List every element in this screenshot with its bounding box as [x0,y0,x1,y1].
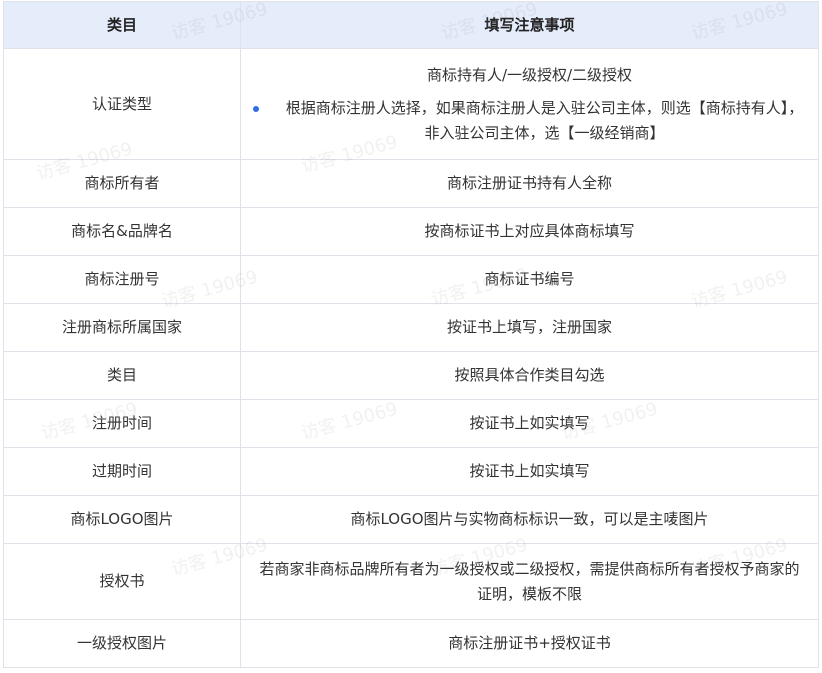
table-row: 类目 按照具体合作类目勾选 [3,351,819,400]
row-label: 商标注册号 [3,255,241,304]
row-label: 类目 [3,351,241,400]
row-label: 商标名&品牌名 [3,207,241,256]
table-row: 商标注册号 商标证书编号 [3,255,819,304]
table-header-row: 类目 填写注意事项 [3,1,819,49]
table-row: 注册商标所属国家 按证书上填写，注册国家 [3,303,819,352]
row-value: 若商家非商标品牌所有者为一级授权或二级授权，需提供商标所有者授权予商家的证明，模… [240,543,819,620]
note-item: 根据商标注册人选择，如果商标注册人是入驻公司主体，则选【商标持有人】，非入驻公司… [253,96,806,146]
row-label: 过期时间 [3,447,241,496]
row-label: 注册商标所属国家 [3,303,241,352]
table-row: 过期时间 按证书上如实填写 [3,447,819,496]
cert-type-options: 商标持有人/一级授权/二级授权 [426,65,633,84]
row-value: 商标证书编号 [240,255,819,304]
table-row: 注册时间 按证书上如实填写 [3,399,819,448]
table-row: 商标所有者 商标注册证书持有人全称 [3,159,819,208]
note-list: 根据商标注册人选择，如果商标注册人是入驻公司主体，则选【商标持有人】，非入驻公司… [253,96,806,146]
row-label: 授权书 [3,543,241,620]
row-value: 商标注册证书+授权证书 [240,619,819,668]
table-row: 认证类型 商标持有人/一级授权/二级授权 根据商标注册人选择，如果商标注册人是入… [3,48,819,160]
header-category: 类目 [3,1,241,49]
header-notes: 填写注意事项 [240,1,819,49]
row-value: 按证书上如实填写 [240,399,819,448]
row-value: 按照具体合作类目勾选 [240,351,819,400]
row-value: 商标注册证书持有人全称 [240,159,819,208]
bullet-icon [253,105,259,112]
row-value: 商标持有人/一级授权/二级授权 根据商标注册人选择，如果商标注册人是入驻公司主体… [240,48,819,160]
row-label: 商标LOGO图片 [3,495,241,544]
row-value: 按证书上如实填写 [240,447,819,496]
row-value: 按证书上填写，注册国家 [240,303,819,352]
row-label: 认证类型 [3,48,241,160]
table-row: 商标名&品牌名 按商标证书上对应具体商标填写 [3,207,819,256]
table-row: 授权书 若商家非商标品牌所有者为一级授权或二级授权，需提供商标所有者授权予商家的… [3,543,819,620]
row-value: 按商标证书上对应具体商标填写 [240,207,819,256]
table-row: 一级授权图片 商标注册证书+授权证书 [3,619,819,668]
row-label: 一级授权图片 [3,619,241,668]
note-text: 根据商标注册人选择，如果商标注册人是入驻公司主体，则选【商标持有人】，非入驻公司… [285,98,804,142]
row-label: 商标所有者 [3,159,241,208]
requirements-table: 类目 填写注意事项 认证类型 商标持有人/一级授权/二级授权 根据商标注册人选择… [3,1,819,668]
row-label: 注册时间 [3,399,241,448]
table-row: 商标LOGO图片 商标LOGO图片与实物商标标识一致，可以是主唛图片 [3,495,819,544]
row-value: 商标LOGO图片与实物商标标识一致，可以是主唛图片 [240,495,819,544]
